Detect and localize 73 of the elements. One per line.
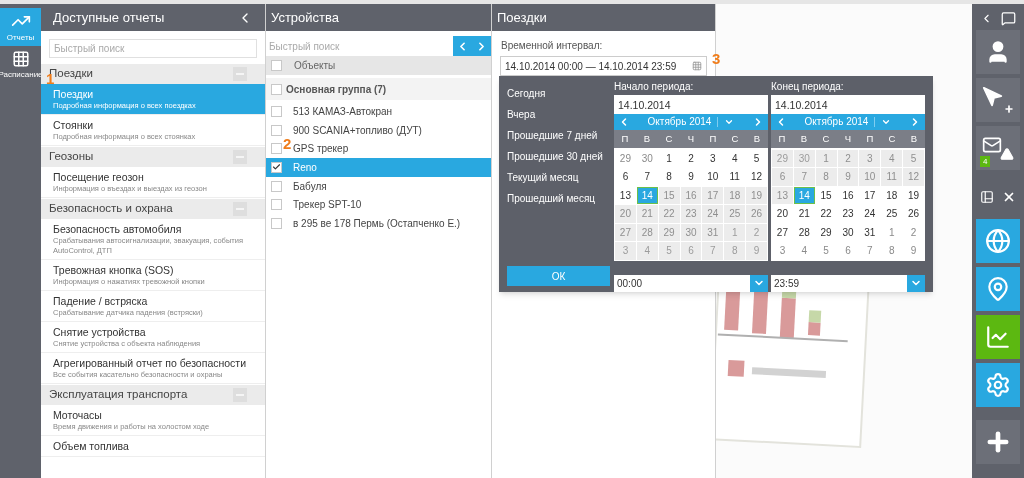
weekday-label: С [821,131,831,146]
panel-title: Поездки [497,8,547,27]
weekday-label: С [887,131,897,146]
rail-button[interactable] [976,219,1020,263]
search-field[interactable]: Быстрый поиск [49,39,257,58]
calendar-label: Начало периода: [614,80,695,94]
layout-icon[interactable] [980,189,994,204]
time-dropdown-button[interactable] [750,274,768,292]
panel-title: Устройства [271,8,339,27]
weekday-label: В [799,131,809,146]
rail-button[interactable] [976,363,1020,407]
settings-icon [985,372,1011,398]
annotation-number: 3 [712,51,721,66]
calendar-label: Конец периода: [771,80,845,94]
checkbox[interactable] [271,217,282,229]
checkbox[interactable] [271,180,282,192]
weekday-label: Ч [686,131,696,146]
weekday-label: П [777,131,787,146]
preset-option[interactable]: Прошедший месяц [507,189,610,208]
rail-button[interactable] [976,315,1020,359]
weekday-label: П [708,131,718,146]
weekday-label: С [730,131,740,146]
field-label: Временной интервал: [500,39,604,53]
previous-button[interactable] [453,36,472,56]
navigation-add-icon [982,86,1014,114]
checkbox[interactable] [271,60,282,71]
checkbox[interactable] [271,143,282,155]
rail-button[interactable] [976,30,1020,74]
rail-button[interactable] [976,78,1020,122]
device-row[interactable]: в 295 ве 178 Пермь (Остапченко Е.) [266,214,491,233]
chat-icon[interactable] [1001,10,1016,26]
time-field[interactable]: 23:59 [771,274,907,292]
preset-option[interactable]: Прошедшие 7 дней [507,126,610,145]
preset-option[interactable]: Вчера [507,105,610,124]
group-row[interactable]: Основная группа (7) [266,78,491,100]
search-field[interactable]: Быстрый поиск [266,36,453,56]
grid-icon [11,49,30,68]
weekday-label: В [752,131,762,146]
date-field[interactable]: 14.10.2014 [771,95,925,114]
checkbox[interactable] [271,124,282,136]
globe-icon [985,228,1011,254]
time-field[interactable]: 00:00 [614,274,750,292]
rail-button[interactable] [976,420,1020,464]
device-row[interactable]: Бабуля [266,176,491,196]
preset-option[interactable]: Сегодня [507,84,610,103]
list-header: Объекты [266,56,491,75]
preset-option[interactable]: Прошедшие 30 дней [507,147,610,166]
weekday-label: С [664,131,674,146]
checkbox[interactable] [271,83,282,95]
group-header[interactable]: Геозоны [41,147,265,167]
weekday-label: Ч [843,131,853,146]
chart-icon [985,324,1011,350]
time-dropdown-button[interactable] [907,274,925,292]
calendar-icon[interactable] [692,61,702,71]
panel-title: Доступные отчеты [53,8,165,27]
checkbox[interactable] [271,161,282,173]
rail-button[interactable] [976,267,1020,311]
next-button[interactable] [472,36,491,56]
mail-warning-icon [982,135,1014,161]
checkbox[interactable] [271,105,282,117]
weekday-label: В [642,131,652,146]
preset-option[interactable]: Текущий месяц [507,168,610,187]
device-row[interactable]: 513 КАМАЗ-Автокран [266,102,491,121]
date-field[interactable]: 14.10.2014 [614,95,768,114]
weekday-label: П [865,131,875,146]
weekday-label: В [909,131,919,146]
group-header[interactable]: Эксплуатация транспорта [41,385,265,405]
rail-tab[interactable]: Расписание [0,46,41,84]
checkbox[interactable] [271,199,282,211]
count-badge: 4 [980,156,991,167]
weekday-label: П [620,131,630,146]
group-header[interactable]: Безопасность и охрана [41,199,265,219]
device-row[interactable]: Трекер SPT-10 [266,195,491,215]
